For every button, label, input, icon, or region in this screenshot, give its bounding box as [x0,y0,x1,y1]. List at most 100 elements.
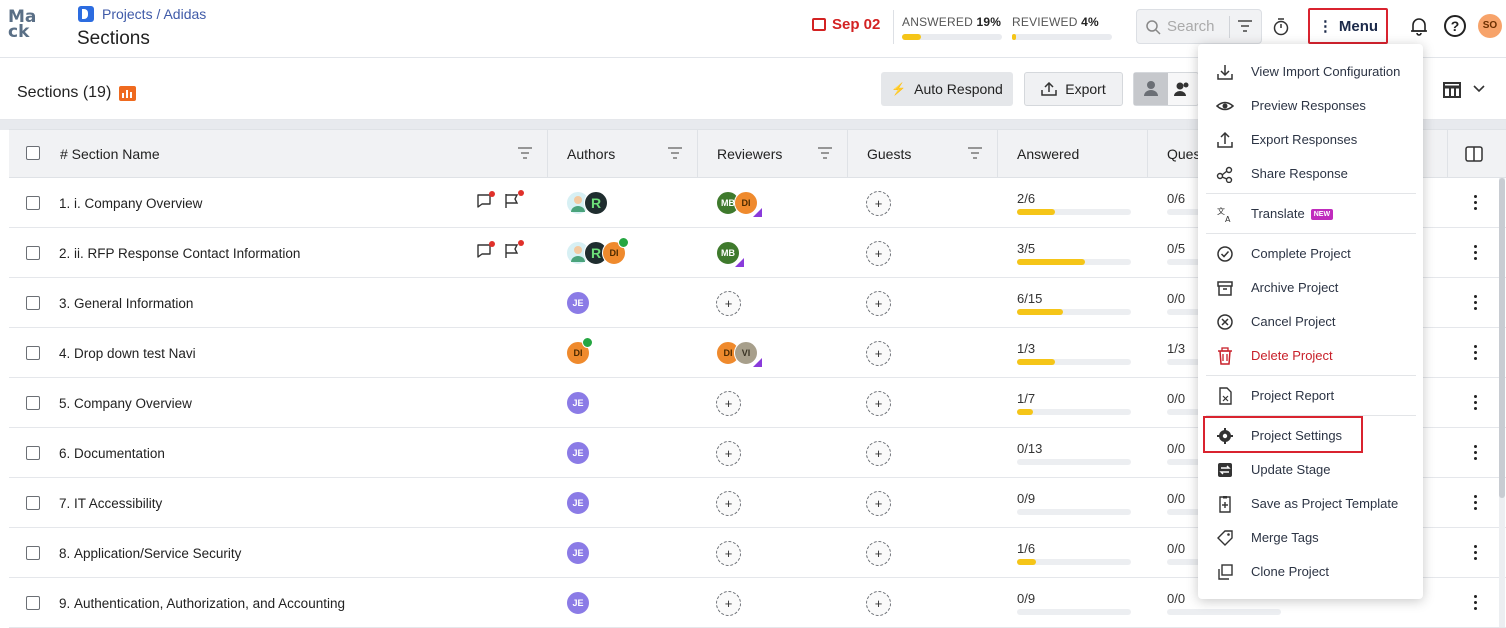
section-title[interactable]: General Information [74,296,193,311]
section-title[interactable]: Documentation [74,446,165,461]
avatar-je[interactable]: JE [566,291,590,315]
column-answered[interactable]: Answered [998,130,1148,178]
avatar-vi[interactable]: VI [734,341,762,367]
flag-icon[interactable] [503,190,524,215]
menu-item-delete-project[interactable]: Delete Project [1198,340,1423,370]
add-icon[interactable]: + [716,390,741,416]
avatar-di[interactable]: DI [602,237,629,265]
timer-icon[interactable] [1272,17,1290,36]
avatar-mb[interactable]: MB [716,241,744,267]
group-icon[interactable] [1172,79,1192,99]
search-placeholder[interactable]: Search [1167,18,1215,35]
avatar-je[interactable]: JE [566,491,590,515]
section-name[interactable]: 7. IT Accessibility [59,478,162,528]
section-title[interactable]: IT Accessibility [74,496,162,511]
row-menu-icon[interactable] [1474,245,1478,263]
row-menu-icon[interactable] [1474,295,1478,313]
bell-icon[interactable] [1410,16,1428,36]
avatar-je[interactable]: JE [566,391,590,415]
menu-item-project-report[interactable]: Project Report [1198,380,1423,410]
section-name[interactable]: 3. General Information [59,278,193,328]
row-checkbox[interactable] [26,446,40,460]
row-checkbox[interactable] [26,396,40,410]
menu-item-export-responses[interactable]: Export Responses [1198,124,1423,154]
add-icon[interactable]: + [716,590,741,616]
avatar-je[interactable]: JE [566,541,590,565]
section-name[interactable]: 6. Documentation [59,428,165,478]
row-menu-icon[interactable] [1474,495,1478,513]
row-menu-icon[interactable] [1474,345,1478,363]
section-name[interactable]: 2. ii. RFP Response Contact Information [59,228,300,278]
menu-item-share-response[interactable]: Share Response [1198,158,1423,188]
avatar-je[interactable]: JE [566,591,590,615]
row-menu-icon[interactable] [1474,195,1478,213]
add-icon[interactable]: + [866,540,891,566]
menu-item-preview-responses[interactable]: Preview Responses [1198,90,1423,120]
row-checkbox[interactable] [26,246,40,260]
row-checkbox[interactable] [26,346,40,360]
comment-icon[interactable] [475,241,495,265]
column-settings[interactable] [1448,130,1506,178]
comment-icon[interactable] [475,191,495,215]
section-title[interactable]: i. Company Overview [74,196,202,211]
columns-icon[interactable] [1464,144,1484,164]
export-button[interactable]: Export [1024,72,1123,106]
chart-icon[interactable] [119,85,137,101]
section-name[interactable]: 9. Authentication, Authorization, and Ac… [59,578,345,628]
add-icon[interactable]: + [866,190,891,216]
avatar-je[interactable]: JE [566,441,590,465]
chevron-down-icon[interactable] [1473,82,1485,94]
add-icon[interactable]: + [866,390,891,416]
add-icon[interactable]: + [716,540,741,566]
column-authors[interactable]: Authors [548,130,698,178]
select-all-checkbox[interactable] [26,146,40,160]
scrollbar[interactable] [1499,178,1505,627]
row-menu-icon[interactable] [1474,395,1478,413]
add-icon[interactable]: + [866,440,891,466]
add-icon[interactable]: + [716,440,741,466]
section-title[interactable]: Company Overview [74,396,192,411]
column-guests[interactable]: Guests [848,130,998,178]
filter-icon[interactable] [1237,19,1253,33]
filter-icon[interactable] [517,146,533,160]
filter-icon[interactable] [667,146,683,160]
filter-icon[interactable] [967,146,983,160]
menu-button[interactable]: ⋮ Menu [1308,8,1388,44]
row-menu-icon[interactable] [1474,445,1478,463]
flag-icon[interactable] [503,240,524,265]
help-icon[interactable]: ? [1444,15,1466,37]
row-checkbox[interactable] [26,496,40,510]
add-icon[interactable]: + [716,290,741,316]
breadcrumb-text[interactable]: Projects / Adidas [102,6,206,22]
menu-item-view-import-configuration[interactable]: View Import Configuration [1198,56,1423,86]
column-section-name[interactable]: # Section Name [9,130,548,178]
menu-item-archive-project[interactable]: Archive Project [1198,272,1423,302]
row-checkbox[interactable] [26,296,40,310]
menu-item-update-stage[interactable]: Update Stage [1198,454,1423,484]
row-menu-icon[interactable] [1474,595,1478,613]
column-reviewers[interactable]: Reviewers [698,130,848,178]
user-avatar[interactable]: SO [1478,14,1502,38]
view-toggle-single[interactable] [1134,73,1168,105]
menu-item-merge-tags[interactable]: Merge Tags [1198,522,1423,552]
section-title[interactable]: Authentication, Authorization, and Accou… [74,596,345,611]
section-name[interactable]: 1. i. Company Overview [59,178,202,228]
section-title[interactable]: Drop down test Navi [74,346,196,361]
search-box[interactable]: Search [1136,9,1262,44]
row-checkbox[interactable] [26,546,40,560]
menu-item-clone-project[interactable]: Clone Project [1198,556,1423,586]
breadcrumb[interactable]: Projects / Adidas [78,6,206,22]
add-icon[interactable]: + [716,490,741,516]
section-title[interactable]: Application/Service Security [74,546,241,561]
menu-item-translate[interactable]: 文A Translate NEW [1198,198,1423,228]
section-name[interactable]: 8. Application/Service Security [59,528,241,578]
add-icon[interactable]: + [866,340,891,366]
menu-item-cancel-project[interactable]: Cancel Project [1198,306,1423,336]
filter-icon[interactable] [817,146,833,160]
due-date[interactable]: Sep 02 [812,16,880,33]
view-toggle[interactable] [1133,72,1199,106]
row-checkbox[interactable] [26,596,40,610]
section-title[interactable]: ii. RFP Response Contact Information [74,246,300,261]
add-icon[interactable]: + [866,490,891,516]
table-layout-icon[interactable] [1443,82,1461,98]
